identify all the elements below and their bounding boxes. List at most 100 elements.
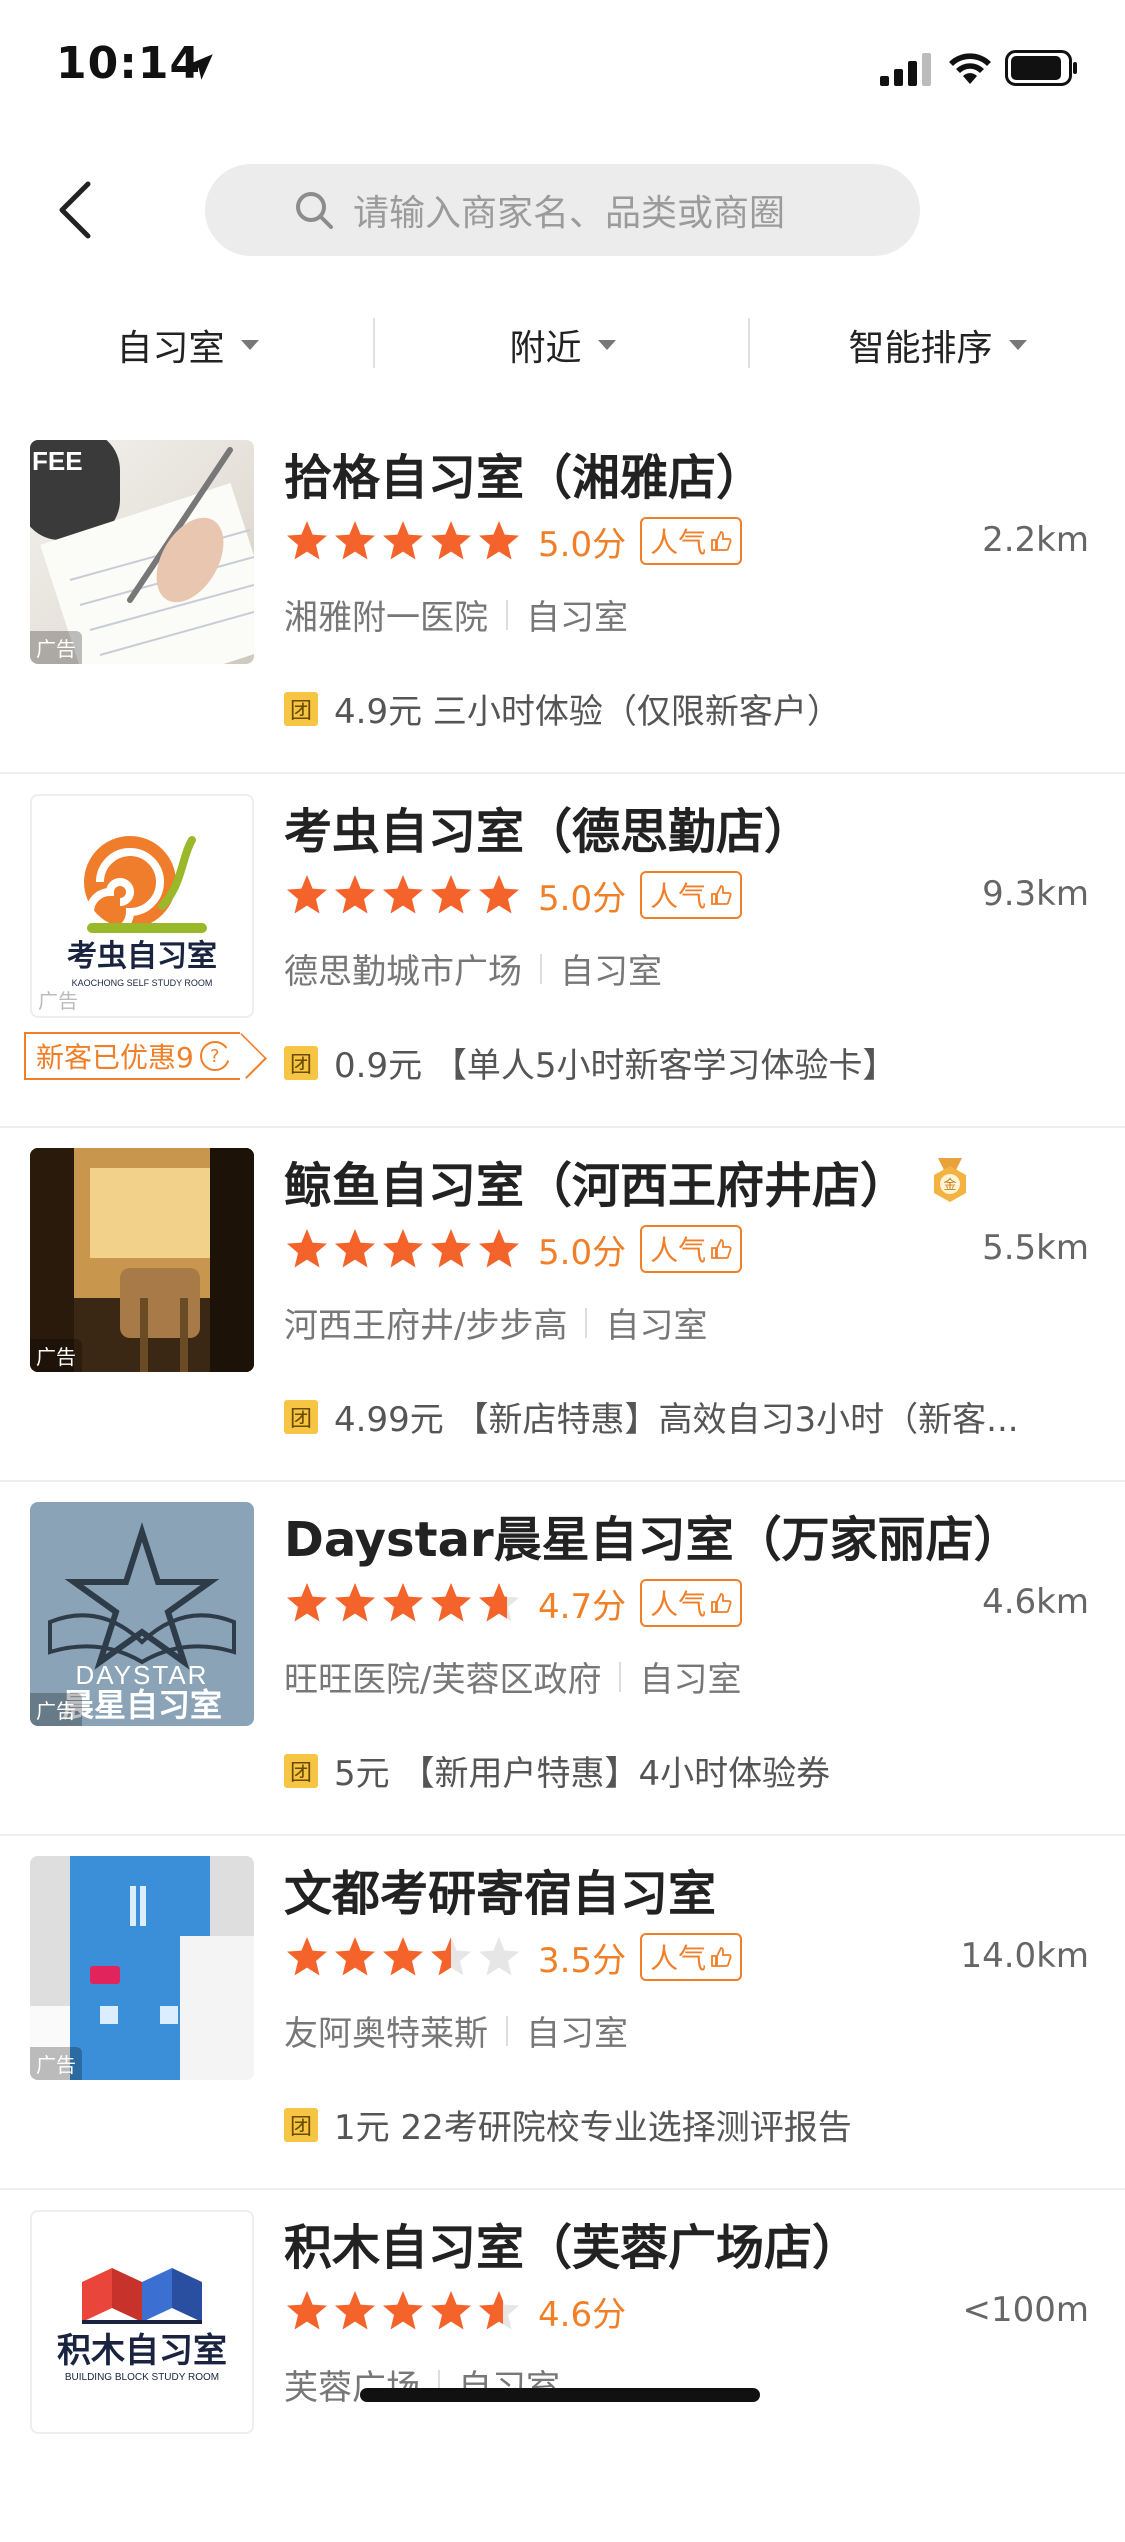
shop-name: 拾格自习室（湘雅店） bbox=[284, 450, 765, 506]
shop-list-item[interactable]: 考虫自习室 KAOCHONG SELF STUDY ROOM 广告 考虫自习室（… bbox=[0, 774, 1125, 1128]
gold-medal-icon: 金 bbox=[934, 1158, 966, 1202]
star-icon bbox=[431, 2291, 471, 2330]
shop-category: 自习室 bbox=[560, 952, 662, 992]
filter-nearby[interactable]: 附近 bbox=[375, 300, 750, 390]
shop-area: 湘雅附一医院 bbox=[284, 598, 488, 638]
star-icon bbox=[431, 1937, 471, 1976]
star-icon bbox=[287, 2291, 327, 2330]
popular-badge-label: 人气 bbox=[650, 880, 707, 913]
group-deal[interactable]: 团 1元 22考研院校专业选择测评报告 bbox=[284, 2100, 1104, 2149]
filter-sort[interactable]: 智能排序 bbox=[750, 300, 1125, 390]
home-indicator[interactable] bbox=[360, 2388, 760, 2402]
shop-area-row: 友阿奥特莱斯 自习室 bbox=[284, 2006, 628, 2055]
rating-row: 4.6分 bbox=[284, 2286, 626, 2336]
star-icon bbox=[479, 2291, 519, 2330]
shop-area: 友阿奥特莱斯 bbox=[284, 2014, 488, 2054]
shop-thumbnail: 积木自习室 BUILDING BLOCK STUDY ROOM bbox=[30, 2210, 254, 2434]
thumbs-up-icon bbox=[711, 885, 732, 905]
caret-down-icon bbox=[1008, 340, 1027, 350]
shop-category: 自习室 bbox=[526, 2014, 628, 2054]
shop-list-item[interactable]: 广告 文都考研寄宿自习室 3.5分 人气 14.0km 友阿奥特莱斯 自习室 团… bbox=[0, 1836, 1125, 2190]
shop-category: 自习室 bbox=[639, 1660, 742, 1700]
question-icon[interactable]: ? bbox=[199, 1041, 230, 1071]
group-deal[interactable]: 团 4.9元 三小时体验（仅限新客户） bbox=[284, 684, 1104, 733]
divider bbox=[506, 599, 508, 630]
shop-name: Daystar晨星自习室（万家丽店） bbox=[284, 1512, 1022, 1568]
shop-area-row: 湘雅附一医院 自习室 bbox=[284, 590, 628, 639]
new-customer-discount-label: 新客已优惠9 bbox=[36, 1041, 194, 1074]
wifi-icon bbox=[949, 53, 991, 84]
shop-thumbnail: DAYSTAR 晨星自习室 广告 bbox=[30, 1502, 254, 1726]
star-icon bbox=[287, 875, 327, 914]
back-arrow-icon[interactable] bbox=[48, 180, 108, 240]
divider bbox=[506, 2015, 508, 2046]
thumbs-up-icon bbox=[711, 1239, 732, 1259]
star-icon bbox=[479, 875, 519, 914]
star-icon bbox=[431, 1583, 471, 1622]
shop-list-item[interactable]: FEE 广告 拾格自习室（湘雅店） 5.0分 人气 2.2km 湘雅附一医院 自… bbox=[0, 420, 1125, 774]
search-icon bbox=[296, 192, 333, 229]
rating-row: 4.7分 人气 bbox=[284, 1578, 743, 1628]
star-rating bbox=[284, 2288, 522, 2334]
popular-badge: 人气 bbox=[640, 1933, 743, 1981]
star-icon bbox=[335, 1937, 375, 1976]
star-icon bbox=[479, 1937, 519, 1976]
logo-text: 考虫自习室 bbox=[67, 939, 217, 973]
shop-name: 积木自习室（芙蓉广场店） bbox=[284, 2220, 861, 2276]
deal-text: 0.9元 【单人5小时新客学习体验卡】 bbox=[334, 1046, 897, 1086]
new-customer-discount-badge[interactable]: 新客已优惠9 ? bbox=[24, 1032, 240, 1080]
star-icon bbox=[287, 1937, 327, 1976]
rating-score: 5.0分 bbox=[538, 878, 627, 919]
shop-area: 德思勤城市广场 bbox=[284, 952, 522, 992]
star-icon bbox=[479, 1229, 519, 1268]
star-icon bbox=[335, 875, 375, 914]
logo-text: 积木自习室 bbox=[57, 2331, 227, 2370]
thumbs-up-icon bbox=[711, 1593, 732, 1613]
popular-badge-label: 人气 bbox=[650, 1942, 707, 1975]
star-icon bbox=[287, 1583, 327, 1622]
distance: 9.3km bbox=[982, 874, 1089, 914]
cellular-signal-icon bbox=[880, 53, 931, 86]
rating-score: 5.0分 bbox=[538, 524, 627, 565]
shop-name: 文都考研寄宿自习室 bbox=[284, 1866, 717, 1922]
shop-category: 自习室 bbox=[526, 598, 628, 638]
rating-score: 4.6分 bbox=[538, 2294, 627, 2335]
rating-row: 5.0分 人气 bbox=[284, 1224, 743, 1274]
group-deal[interactable]: 团 0.9元 【单人5小时新客学习体验卡】 bbox=[284, 1038, 1104, 1087]
star-icon bbox=[287, 1229, 327, 1268]
star-icon bbox=[383, 875, 423, 914]
rating-row: 3.5分 人气 bbox=[284, 1932, 743, 1982]
shop-list-item[interactable]: DAYSTAR 晨星自习室 广告 Daystar晨星自习室（万家丽店） 4.7分… bbox=[0, 1482, 1125, 1836]
popular-badge: 人气 bbox=[640, 871, 743, 919]
group-deal[interactable]: 团 5元 【新用户特惠】4小时体验券 bbox=[284, 1746, 1104, 1795]
group-buy-icon: 团 bbox=[284, 2107, 318, 2142]
shop-list-item[interactable]: 广告 鲸鱼自习室（河西王府井店） 金 5.0分 人气 5.5km 河西王府井/步… bbox=[0, 1128, 1125, 1482]
shop-list-item[interactable]: 积木自习室 BUILDING BLOCK STUDY ROOM 积木自习室（芙蓉… bbox=[0, 2190, 1125, 2542]
shop-area-row: 河西王府井/步步高 自习室 bbox=[284, 1298, 707, 1347]
search-placeholder: 请输入商家名、品类或商圈 bbox=[353, 193, 786, 234]
group-buy-icon: 团 bbox=[284, 1045, 318, 1080]
deal-text: 4.9元 三小时体验（仅限新客户） bbox=[334, 692, 841, 732]
star-icon bbox=[383, 2291, 423, 2330]
battery-icon bbox=[1005, 50, 1077, 86]
group-buy-icon: 团 bbox=[284, 691, 318, 726]
search-bar[interactable]: 请输入商家名、品类或商圈 bbox=[205, 164, 920, 256]
deal-text: 5元 【新用户特惠】4小时体验券 bbox=[334, 1754, 831, 1794]
status-time: 10:14 bbox=[56, 38, 202, 89]
star-icon bbox=[479, 521, 519, 560]
shop-area: 河西王府井/步步高 bbox=[284, 1306, 568, 1346]
group-buy-icon: 团 bbox=[284, 1753, 318, 1788]
ad-tag: 广告 bbox=[30, 2047, 82, 2080]
star-icon bbox=[383, 1583, 423, 1622]
star-rating bbox=[284, 872, 522, 918]
filter-category-label: 自习室 bbox=[116, 328, 225, 369]
shop-thumbnail: 考虫自习室 KAOCHONG SELF STUDY ROOM 广告 bbox=[30, 794, 254, 1018]
group-deal[interactable]: 团 4.99元 【新店特惠】高效自习3小时（新客... bbox=[284, 1392, 1104, 1441]
logo-subtext: BUILDING BLOCK STUDY ROOM bbox=[65, 2372, 219, 2383]
shop-area-row: 旺旺医院/芙蓉区政府 自习室 bbox=[284, 1652, 741, 1701]
shop-thumbnail: 广告 bbox=[30, 1148, 254, 1372]
star-icon bbox=[287, 521, 327, 560]
distance: <100m bbox=[962, 2290, 1089, 2330]
location-arrow-icon bbox=[187, 54, 213, 80]
filter-category[interactable]: 自习室 bbox=[0, 300, 375, 390]
